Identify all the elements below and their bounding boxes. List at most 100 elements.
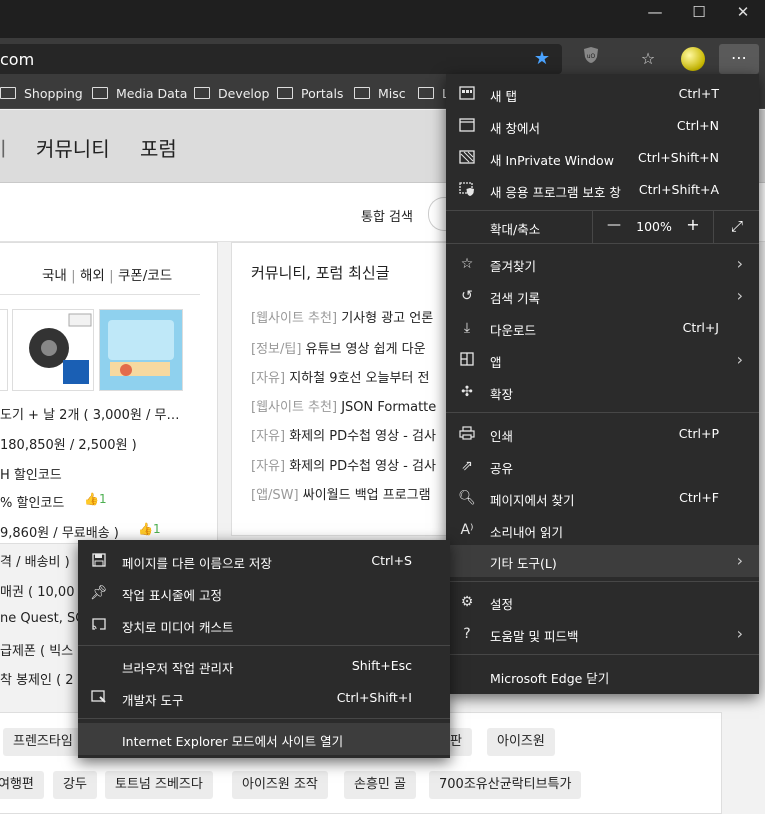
menu-print[interactable]: 인쇄 Ctrl+P (446, 418, 759, 450)
submenu-dev-tools[interactable]: 개발자 도구 Ctrl+Shift+I (78, 682, 450, 714)
tab-coupon[interactable]: 쿠폰/코드 (118, 268, 172, 284)
menu-shortcut: Ctrl+P (678, 426, 719, 441)
deal-line[interactable]: 9,860원 / 무료배송 ) (0, 522, 140, 541)
submenu-ie-mode[interactable]: Internet Explorer 모드에서 사이트 열기 (78, 723, 450, 755)
address-bar[interactable] (0, 44, 562, 74)
profile-avatar[interactable] (681, 47, 705, 71)
menu-label: 다운로드 (490, 323, 537, 338)
bookmark-media-data[interactable]: Media Data (92, 85, 187, 103)
post-item[interactable]: [자유] 화제의 PD수첩 영상 - 검사 (251, 455, 447, 474)
nav-item-partial[interactable]: ㅣ (0, 133, 12, 162)
deal-line[interactable]: 매권 ( 10,00 (0, 581, 78, 600)
menu-shortcut: Ctrl+Shift+I (336, 690, 412, 705)
fullscreen-icon[interactable]: ⤢ (726, 217, 748, 237)
bookmark-label: Develop (218, 86, 270, 101)
zoom-out-button[interactable]: — (603, 217, 625, 237)
bookmark-l[interactable]: L (418, 85, 449, 103)
tab-divider: | (109, 268, 118, 284)
menu-close-edge[interactable]: Microsoft Edge 닫기 (446, 660, 759, 692)
maximize-button[interactable]: ☐ (677, 0, 721, 26)
bookmark-develop[interactable]: Develop (194, 85, 269, 103)
tag-chip[interactable]: 여행편 (0, 771, 44, 799)
menu-help[interactable]: ? 도움말 및 피드백 › (446, 618, 759, 650)
new-window-icon (458, 118, 476, 134)
menu-settings[interactable]: ⚙ 설정 (446, 586, 759, 618)
favorites-bar-icon[interactable]: ☆ (635, 46, 661, 72)
chevron-right-icon: › (736, 350, 743, 369)
apps-icon (458, 352, 476, 368)
menu-find[interactable]: 🔍︎ 페이지에서 찾기 Ctrl+F (446, 482, 759, 514)
tag-chip[interactable]: 강두 (53, 771, 97, 799)
bookmark-portals[interactable]: Portals (277, 85, 343, 103)
print-icon (458, 426, 476, 442)
bookmark-shopping[interactable]: Shopping (0, 85, 83, 103)
menu-read-aloud[interactable]: A⁾ 소리내어 읽기 (446, 514, 759, 546)
tag-chip[interactable]: 프렌즈타임 (3, 728, 83, 756)
deal-line[interactable]: ne Quest, SC (0, 611, 78, 626)
deal-line[interactable]: 급제폰 ( 빅스 (0, 640, 78, 659)
menu-label: 개발자 도구 (122, 693, 184, 708)
tag-chip[interactable]: 700조유산균락티브특가 (429, 771, 582, 799)
post-item[interactable]: [웹사이트 추천] 기사형 광고 언론 (251, 307, 447, 326)
deal-line[interactable]: 격 / 배송비 ) (0, 551, 78, 570)
menu-label: 새 InPrivate Window (490, 153, 614, 168)
tag-chip[interactable]: 손흥민 골 (344, 771, 416, 799)
post-item[interactable]: [자유] 지하철 9호선 오늘부터 전 (251, 367, 447, 386)
like-value: 1 (98, 492, 107, 506)
menu-label: 브라우저 작업 관리자 (122, 661, 234, 676)
tab-domestic[interactable]: 국내 (42, 268, 67, 284)
menu-label: 새 탭 (490, 89, 517, 104)
like-value: 1 (152, 522, 161, 536)
close-window-button[interactable]: ✕ (721, 0, 765, 26)
search-label: 통합 검색 (361, 210, 413, 225)
nav-item-community[interactable]: 커뮤니티 (36, 133, 110, 162)
menu-label: 페이지에서 찾기 (490, 493, 575, 508)
minimize-button[interactable]: — (633, 0, 677, 26)
tab-overseas[interactable]: 해외 (80, 268, 105, 284)
menu-new-app-guard[interactable]: 새 응용 프로그램 보호 창 Ctrl+Shift+A (446, 174, 759, 206)
submenu-cast[interactable]: 장치로 미디어 캐스트 (78, 609, 450, 641)
submenu-pin-taskbar[interactable]: 📌︎ 작업 표시줄에 고정 (78, 577, 450, 609)
deal-thumbnail[interactable] (0, 309, 8, 391)
menu-new-tab[interactable]: 새 탭 Ctrl+T (446, 78, 759, 110)
menu-label: 즐겨찾기 (490, 259, 537, 274)
deal-thumbnail-cooler[interactable] (12, 309, 94, 391)
menu-favorites[interactable]: ☆ 즐겨찾기 › (446, 248, 759, 280)
deal-thumbnail-ticket[interactable] (99, 309, 183, 391)
folder-icon (277, 87, 293, 99)
menu-new-inprivate[interactable]: 새 InPrivate Window Ctrl+Shift+N (446, 142, 759, 174)
deal-line[interactable]: 180,850원 / 2,500원 ) (0, 434, 200, 453)
menu-shortcut: Ctrl+S (371, 553, 412, 568)
menu-more-tools[interactable]: 기타 도구(L) › (446, 545, 759, 577)
menu-history[interactable]: ↺ 검색 기록 › (446, 280, 759, 312)
deal-line[interactable]: 도기 + 날 2개 ( 3,000원 / 무… (0, 404, 200, 423)
menu-share[interactable]: ⇗ 공유 (446, 450, 759, 482)
menu-shortcut: Ctrl+F (679, 490, 719, 505)
deal-line[interactable]: H 할인코드 (0, 464, 200, 483)
folder-icon (92, 87, 108, 99)
share-icon: ⇗ (461, 458, 473, 474)
menu-shortcut: Ctrl+N (676, 118, 719, 133)
post-item[interactable]: [정보/팁] 유튜브 영상 쉽게 다운 (251, 338, 447, 357)
menu-apps[interactable]: 앱 › (446, 344, 759, 376)
post-item[interactable]: [앱/SW] 싸이월드 백업 프로그램 (251, 484, 447, 503)
submenu-save-as[interactable]: 페이지를 다른 이름으로 저장 Ctrl+S (78, 545, 450, 577)
tag-chip[interactable]: 토트넘 즈베즈다 (105, 771, 213, 799)
favorite-star-icon[interactable]: ★ (529, 46, 555, 72)
deal-line[interactable]: 착 봉제인 ( 2 (0, 669, 78, 688)
post-item[interactable]: [웹사이트 추천] JSON Formatte (251, 396, 447, 415)
tag-chip[interactable]: 아이즈원 조작 (232, 771, 328, 799)
tag-chip[interactable]: 아이즈원 (487, 728, 555, 756)
menu-label: 소리내어 읽기 (490, 525, 563, 540)
post-item[interactable]: [자유] 화제의 PD수첩 영상 - 검사 (251, 425, 447, 444)
settings-more-button[interactable]: ⋯ (719, 44, 759, 74)
ublock-icon[interactable]: uO (578, 46, 604, 72)
zoom-in-button[interactable]: + (682, 215, 704, 235)
menu-new-window[interactable]: 새 창에서 Ctrl+N (446, 110, 759, 142)
submenu-task-manager[interactable]: 브라우저 작업 관리자 Shift+Esc (78, 650, 450, 682)
nav-item-forum[interactable]: 포럼 (140, 133, 177, 162)
menu-extensions[interactable]: ✣ 확장 (446, 376, 759, 408)
menu-label: 앱 (490, 355, 502, 370)
bookmark-misc[interactable]: Misc (354, 85, 406, 103)
menu-downloads[interactable]: ⤓ 다운로드 Ctrl+J (446, 312, 759, 344)
